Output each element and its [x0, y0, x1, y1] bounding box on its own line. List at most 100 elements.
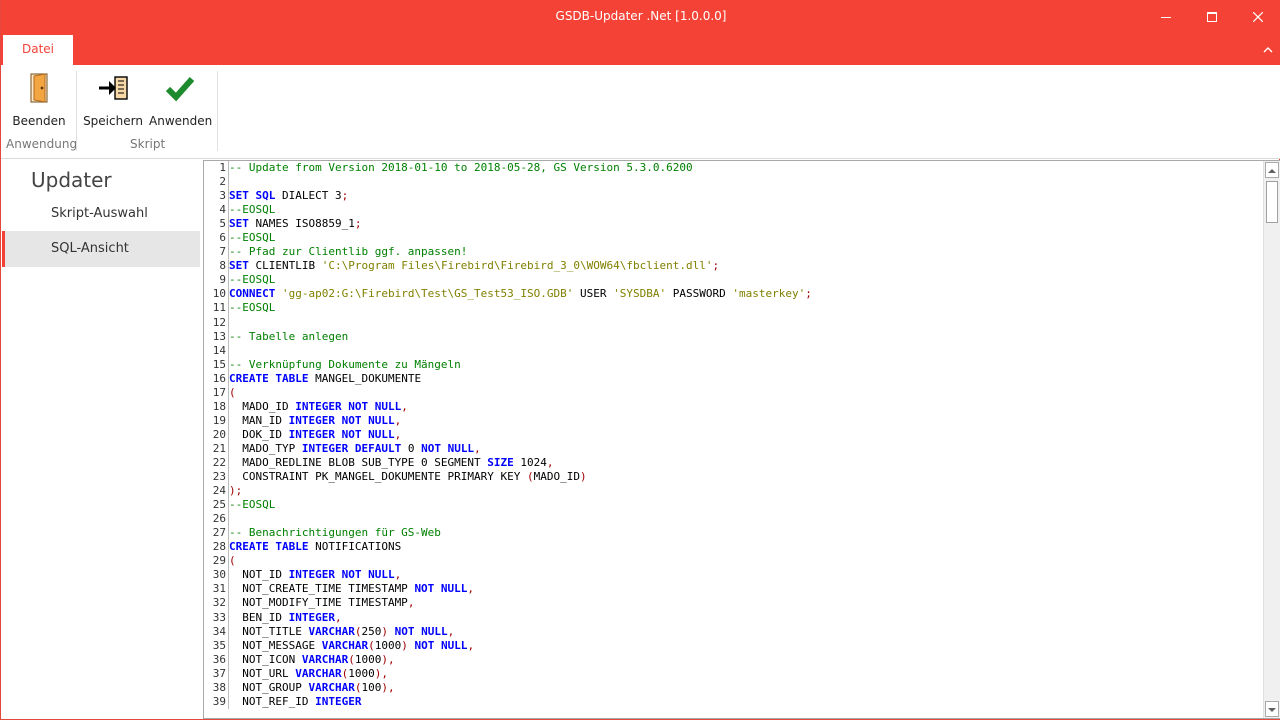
code-token: (: [527, 470, 534, 484]
line-number: 8: [219, 259, 226, 273]
exit-door-icon: [30, 73, 48, 103]
close-button[interactable]: [1235, 0, 1280, 34]
code-line[interactable]: 33 BEN_ID INTEGER,: [204, 610, 1263, 625]
code-token: NOTIFICATIONS: [308, 540, 402, 554]
line-number: 31: [212, 582, 226, 596]
code-line[interactable]: 36 NOT_ICON VARCHAR(1000),: [204, 652, 1263, 667]
code-line[interactable]: 10 CONNECT 'gg-ap02:G:\Firebird\Test\GS_T…: [204, 287, 1263, 302]
code-line[interactable]: 39 NOT_REF_ID INTEGER: [204, 694, 1263, 709]
nav-item-skript-auswahl[interactable]: Skript-Auswahl: [2, 196, 200, 232]
code-token: -- Verknüpfung Dokumente zu Mängeln: [229, 357, 461, 371]
nav-item-sql-ansicht[interactable]: SQL-Ansicht: [2, 231, 200, 267]
vertical-scrollbar[interactable]: [1263, 161, 1280, 718]
code-line[interactable]: 20 DOK_ID INTEGER NOT NULL,: [204, 427, 1263, 442]
code-token: ;: [354, 217, 362, 231]
speichern-button[interactable]: Speichern: [83, 71, 143, 128]
code-line[interactable]: 14: [204, 343, 1263, 358]
code-token: MADO_TYP: [229, 441, 302, 455]
code-token: ),: [381, 652, 395, 666]
code-text: MADO_REDLINE BLOB SUB_TYPE 0 SEGMENT SIZ…: [229, 456, 553, 470]
code-text: NOT_GROUP VARCHAR(100),: [229, 681, 394, 695]
code-token: CONNECT: [229, 287, 276, 301]
beenden-button[interactable]: Beenden: [7, 71, 71, 128]
line-number: 35: [212, 638, 226, 652]
scroll-thumb[interactable]: [1266, 181, 1278, 223]
code-line[interactable]: 37 NOT_URL VARCHAR(1000),: [204, 666, 1263, 681]
code-token: NOT_ID: [229, 568, 289, 582]
code-line[interactable]: 35 NOT_MESSAGE VARCHAR(1000) NOT NULL,: [204, 638, 1263, 653]
code-token: 'gg-ap02:G:\Firebird\Test\GS_Test53_ISO.…: [281, 287, 574, 301]
code-line[interactable]: 19 MAN_ID INTEGER NOT NULL,: [204, 413, 1263, 428]
line-number: 2: [219, 175, 226, 189]
code-token: 'C:\Program Files\Firebird\Firebird_3_0\…: [321, 259, 713, 273]
gutter-divider: [228, 512, 229, 527]
code-line[interactable]: 16 CREATE TABLE MANGEL_DOKUMENTE: [204, 371, 1263, 386]
code-line[interactable]: 26: [204, 512, 1263, 527]
code-line[interactable]: 34 NOT_TITLE VARCHAR(250) NOT NULL,: [204, 624, 1263, 639]
code-token: CREATE TABLE: [229, 540, 309, 554]
code-line[interactable]: 5 SET NAMES ISO8859_1;: [204, 217, 1263, 232]
code-line[interactable]: 24);: [204, 484, 1263, 499]
collapse-ribbon-button[interactable]: [1261, 42, 1275, 56]
code-line[interactable]: 38 NOT_GROUP VARCHAR(100),: [204, 680, 1263, 695]
beenden-label: Beenden: [12, 114, 66, 128]
code-token: ,: [407, 596, 415, 610]
code-line[interactable]: 12: [204, 315, 1263, 330]
side-navigation: Updater Skript-Auswahl SQL-Ansicht: [2, 160, 203, 719]
line-number: 26: [212, 512, 226, 526]
code-token: NOT_ICON: [229, 652, 302, 666]
scroll-up-button[interactable]: [1265, 162, 1279, 178]
code-text: CONNECT 'gg-ap02:G:\Firebird\Test\GS_Tes…: [229, 287, 812, 301]
code-line[interactable]: 22 MADO_REDLINE BLOB SUB_TYPE 0 SEGMENT …: [204, 455, 1263, 471]
code-text: --EOSQL: [229, 231, 275, 245]
anwenden-button[interactable]: Anwenden: [149, 71, 212, 128]
line-number: 23: [212, 470, 226, 484]
line-number: 7: [219, 245, 226, 259]
line-number: 3: [219, 189, 226, 203]
code-line[interactable]: 4 --EOSQL: [204, 203, 1263, 218]
ribbon-tab-row: Datei: [1, 34, 1280, 66]
code-line[interactable]: 28 CREATE TABLE NOTIFICATIONS: [204, 540, 1263, 555]
code-line[interactable]: 3 SET SQL DIALECT 3;: [204, 189, 1263, 204]
code-line[interactable]: 27 -- Benachrichtigungen für GS-Web: [204, 526, 1263, 541]
code-line[interactable]: 25 --EOSQL: [204, 498, 1263, 513]
code-area[interactable]: 1 -- Update from Version 2018-01-10 to 20…: [204, 161, 1263, 718]
scroll-down-button[interactable]: [1265, 701, 1279, 717]
code-token: ),: [374, 666, 388, 680]
line-number: 21: [212, 441, 226, 455]
maximize-button[interactable]: [1189, 0, 1235, 34]
code-line[interactable]: 7 -- Pfad zur Clientlib ggf. anpassen!: [204, 245, 1263, 260]
ribbon-separator: [76, 71, 77, 151]
code-line[interactable]: 21 MADO_TYP INTEGER DEFAULT 0 NOT NULL,: [204, 441, 1263, 456]
code-token: ,: [394, 413, 402, 427]
code-token: 0: [401, 441, 422, 455]
code-line[interactable]: 29(: [204, 554, 1263, 569]
code-line[interactable]: 1 -- Update from Version 2018-01-10 to 20…: [204, 161, 1263, 176]
code-line[interactable]: 11 --EOSQL: [204, 301, 1263, 316]
code-line[interactable]: 13 -- Tabelle anlegen: [204, 329, 1263, 344]
code-token: ,: [394, 568, 402, 582]
code-token: ): [580, 470, 587, 484]
code-line[interactable]: 9 --EOSQL: [204, 273, 1263, 288]
code-token: NOT NULL: [394, 624, 448, 638]
code-line[interactable]: 6 --EOSQL: [204, 231, 1263, 246]
minimize-button[interactable]: [1143, 0, 1189, 34]
code-line[interactable]: 31 NOT_CREATE_TIME TIMESTAMP NOT NULL,: [204, 582, 1263, 597]
code-line[interactable]: 18 MADO_ID INTEGER NOT NULL,: [204, 399, 1263, 414]
sql-editor[interactable]: 1 -- Update from Version 2018-01-10 to 20…: [203, 160, 1280, 719]
code-text: --EOSQL: [229, 203, 275, 217]
code-line[interactable]: 15 -- Verknüpfung Dokumente zu Mängeln: [204, 357, 1263, 372]
code-text: NOT_MODIFY_TIME TIMESTAMP,: [229, 596, 414, 610]
tab-datei[interactable]: Datei: [3, 35, 73, 66]
code-token: MANGEL_DOKUMENTE: [308, 371, 422, 385]
title-bar[interactable]: GSDB-Updater .Net [1.0.0.0]: [1, 0, 1280, 34]
code-line[interactable]: 2: [204, 175, 1263, 190]
gutter-divider: [228, 315, 229, 330]
line-number: 18: [212, 399, 226, 413]
code-line[interactable]: 32 NOT_MODIFY_TIME TIMESTAMP,: [204, 596, 1263, 611]
code-line[interactable]: 17(: [204, 385, 1263, 400]
code-line[interactable]: 23 CONSTRAINT PK_MANGEL_DOKUMENTE PRIMAR…: [204, 470, 1263, 485]
code-line[interactable]: 8 SET CLIENTLIB 'C:\Program Files\Firebir…: [204, 259, 1263, 274]
code-line[interactable]: 30 NOT_ID INTEGER NOT NULL,: [204, 568, 1263, 583]
